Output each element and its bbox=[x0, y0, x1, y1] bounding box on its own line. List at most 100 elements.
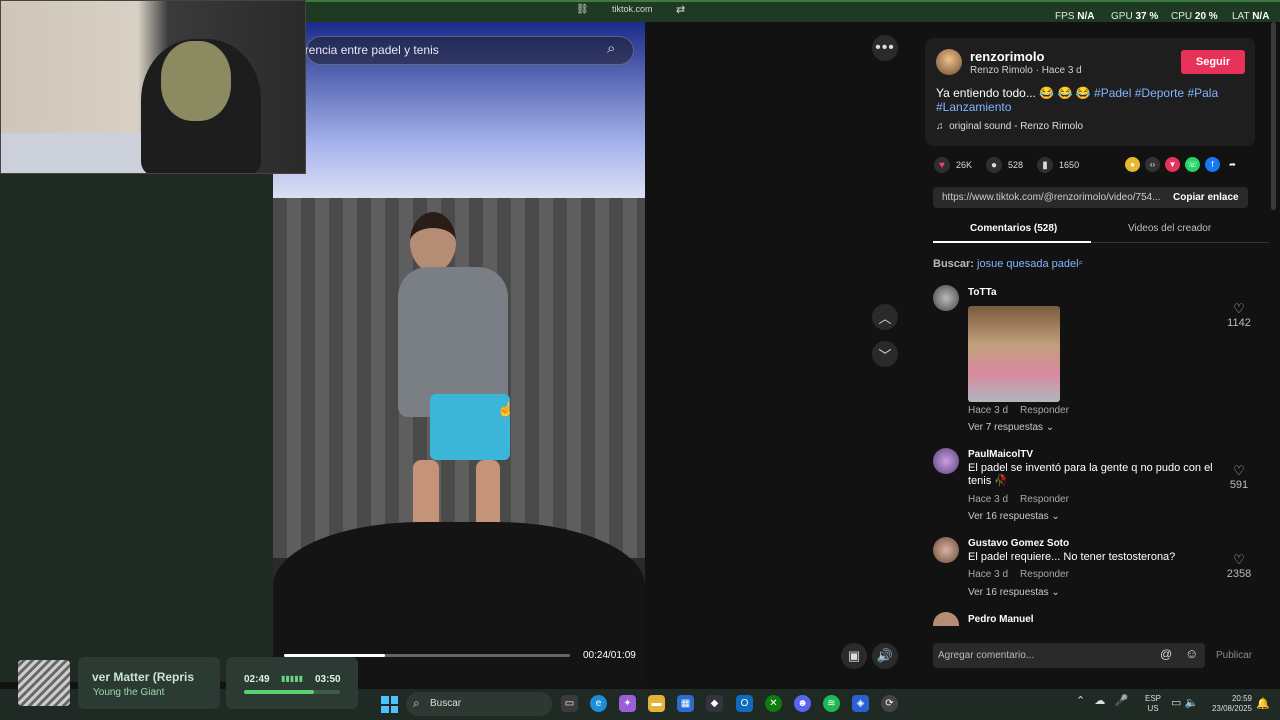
facebook-icon[interactable]: f bbox=[1205, 157, 1220, 172]
webcam-overlay bbox=[0, 0, 306, 174]
commenter-name[interactable]: ToTTa bbox=[968, 287, 997, 298]
music-note-icon: ♫ bbox=[936, 121, 944, 132]
album-art bbox=[18, 660, 70, 706]
sound-link[interactable]: ♫ original sound - Renzo Rimolo bbox=[936, 121, 1083, 132]
picture-in-picture-button[interactable]: ▣ bbox=[841, 643, 867, 669]
save-button[interactable]: ▮ 1650 bbox=[1037, 157, 1079, 173]
taskbar-search[interactable] bbox=[406, 692, 552, 716]
copilot-icon[interactable]: ✦ bbox=[619, 695, 636, 712]
hashtag-link[interactable]: #Padel bbox=[1094, 86, 1131, 100]
more-options-button[interactable]: ••• bbox=[872, 35, 898, 61]
app-icon[interactable]: ⟳ bbox=[881, 695, 898, 712]
comment-meta: Hace 3 d Responder bbox=[968, 569, 1069, 580]
edge-icon[interactable]: e bbox=[590, 695, 607, 712]
repost-icon[interactable]: ▼ bbox=[1165, 157, 1180, 172]
follow-button[interactable]: Seguir bbox=[1181, 50, 1245, 74]
next-video-button[interactable]: ﹀ bbox=[872, 341, 898, 367]
bookmark-icon: ▮ bbox=[1037, 157, 1054, 173]
link-icon[interactable]: ⛓ bbox=[576, 4, 589, 15]
spotify-icon[interactable]: ≋ bbox=[823, 695, 840, 712]
comment-like-button[interactable]: ♡ 591 bbox=[1225, 463, 1253, 491]
scrollbar[interactable] bbox=[1271, 22, 1276, 210]
site-settings-icon[interactable]: ⇄ bbox=[676, 3, 685, 16]
view-replies-button[interactable]: Ver 7 respuestas ⌄ bbox=[968, 422, 1054, 433]
xbox-icon[interactable]: ✕ bbox=[765, 695, 782, 712]
search-icon: ⌕ bbox=[1078, 258, 1084, 267]
windows-start-icon[interactable] bbox=[381, 696, 398, 713]
author-avatar[interactable] bbox=[936, 49, 962, 75]
video-scene-person-head bbox=[410, 212, 456, 272]
system-tray[interactable]: ⌃ ☁ 🎤 bbox=[1076, 694, 1128, 707]
emoji-icon[interactable]: ☺ bbox=[1185, 646, 1198, 661]
commenter-avatar[interactable] bbox=[933, 285, 959, 311]
comment-input[interactable]: Agregar comentario... bbox=[938, 650, 1034, 661]
network-volume-icon[interactable]: ▭ 🔈 bbox=[1171, 696, 1198, 709]
comment-icon: ● bbox=[986, 157, 1003, 173]
search-suggestion[interactable]: Buscar: josue quesada padel⌕ bbox=[933, 258, 1083, 270]
copy-link-button[interactable]: Copiar enlace bbox=[1173, 192, 1239, 203]
volume-button[interactable]: 🔊 bbox=[872, 643, 898, 669]
search-input[interactable]: erencia entre padel y tenis bbox=[298, 43, 439, 57]
tab-active-indicator bbox=[933, 241, 1091, 243]
file-explorer-icon[interactable]: ▬ bbox=[648, 695, 665, 712]
commenter-name[interactable]: Pedro Manuel bbox=[968, 614, 1034, 625]
like-button[interactable]: ♥ 26K bbox=[934, 157, 972, 173]
discord-icon[interactable]: ☻ bbox=[794, 695, 811, 712]
previous-video-button[interactable]: ︿ bbox=[872, 304, 898, 330]
search-icon: ⌕ bbox=[413, 696, 420, 710]
commenter-name[interactable]: PaulMaicolTV bbox=[968, 449, 1033, 460]
reply-button[interactable]: Responder bbox=[1020, 405, 1069, 416]
hashtag-link[interactable]: #Deporte bbox=[1135, 86, 1184, 100]
taskbar-clock[interactable]: 20:59 23/08/2025 bbox=[1208, 694, 1252, 714]
video-scene-person-leg bbox=[476, 460, 500, 530]
video-time: 00:24/01:09 bbox=[583, 650, 636, 661]
whatsapp-icon[interactable]: ☏ bbox=[1185, 157, 1200, 172]
search-icon[interactable]: ⌕ bbox=[607, 40, 615, 57]
share-url[interactable]: https://www.tiktok.com/@renzorimolo/vide… bbox=[942, 192, 1161, 203]
mention-icon[interactable]: @ bbox=[1160, 647, 1172, 661]
coin-icon[interactable]: ● bbox=[1125, 157, 1140, 172]
store-icon[interactable]: ▦ bbox=[677, 695, 694, 712]
publish-button[interactable]: Publicar bbox=[1216, 650, 1252, 661]
gpu-stat: GPU 37 % bbox=[1111, 11, 1159, 22]
view-replies-button[interactable]: Ver 16 respuestas ⌄ bbox=[968, 587, 1060, 598]
outlook-icon[interactable]: O bbox=[736, 695, 753, 712]
hashtag-link[interactable]: #Pala bbox=[1187, 86, 1218, 100]
author-username[interactable]: renzorimolo bbox=[970, 49, 1044, 64]
address-bar-url[interactable]: tiktok.com bbox=[612, 4, 653, 14]
comment-like-button[interactable]: ♡ 2358 bbox=[1225, 552, 1253, 580]
reply-button[interactable]: Responder bbox=[1020, 494, 1069, 505]
heart-outline-icon: ♡ bbox=[1233, 552, 1245, 567]
visualizer-icon: ▮▮▮▮▮ bbox=[281, 674, 304, 683]
heart-outline-icon: ♡ bbox=[1233, 463, 1245, 478]
elapsed-time: 02:49 bbox=[244, 674, 270, 685]
hashtag-link[interactable]: #Lanzamiento bbox=[936, 100, 1011, 114]
timer-progress-fill bbox=[244, 690, 315, 694]
cpu-stat: CPU 20 % bbox=[1171, 11, 1218, 22]
reply-button[interactable]: Responder bbox=[1020, 569, 1069, 580]
total-time: 03:50 bbox=[315, 674, 341, 685]
commenter-avatar[interactable] bbox=[933, 537, 959, 563]
tab-comments[interactable]: Comentarios (528) bbox=[970, 223, 1057, 234]
app-icon[interactable]: ◈ bbox=[852, 695, 869, 712]
comment-text: El padel requiere... No tener testostero… bbox=[968, 551, 1176, 563]
action-row: ♥ 26K ● 528 ▮ 1650 bbox=[934, 156, 1093, 174]
comment-button[interactable]: ● 528 bbox=[986, 157, 1023, 173]
view-replies-button[interactable]: Ver 16 respuestas ⌄ bbox=[968, 511, 1060, 522]
app-icon[interactable]: ◆ bbox=[706, 695, 723, 712]
embed-icon[interactable]: ‹› bbox=[1145, 157, 1160, 172]
tab-creator-videos[interactable]: Videos del creador bbox=[1128, 223, 1211, 234]
comment-gif[interactable] bbox=[968, 306, 1060, 402]
video-player[interactable] bbox=[273, 22, 645, 682]
speaker-icon: 🔊 bbox=[876, 648, 894, 663]
comment-like-button[interactable]: ♡ 1142 bbox=[1225, 301, 1253, 329]
post-caption: Ya entiendo todo... 😂 😂 😂 #Padel #Deport… bbox=[936, 86, 1219, 114]
commenter-name[interactable]: Gustavo Gomez Soto bbox=[968, 538, 1069, 549]
notification-icon[interactable]: 🔔 bbox=[1256, 697, 1270, 710]
taskbar-search-input[interactable]: Buscar bbox=[430, 698, 461, 709]
task-view-icon[interactable]: ▭ bbox=[561, 695, 578, 712]
share-arrow-icon[interactable]: ➦ bbox=[1225, 157, 1240, 172]
commenter-avatar[interactable] bbox=[933, 448, 959, 474]
webcam-bed bbox=[1, 133, 151, 173]
language-indicator[interactable]: ESP US bbox=[1145, 694, 1161, 714]
